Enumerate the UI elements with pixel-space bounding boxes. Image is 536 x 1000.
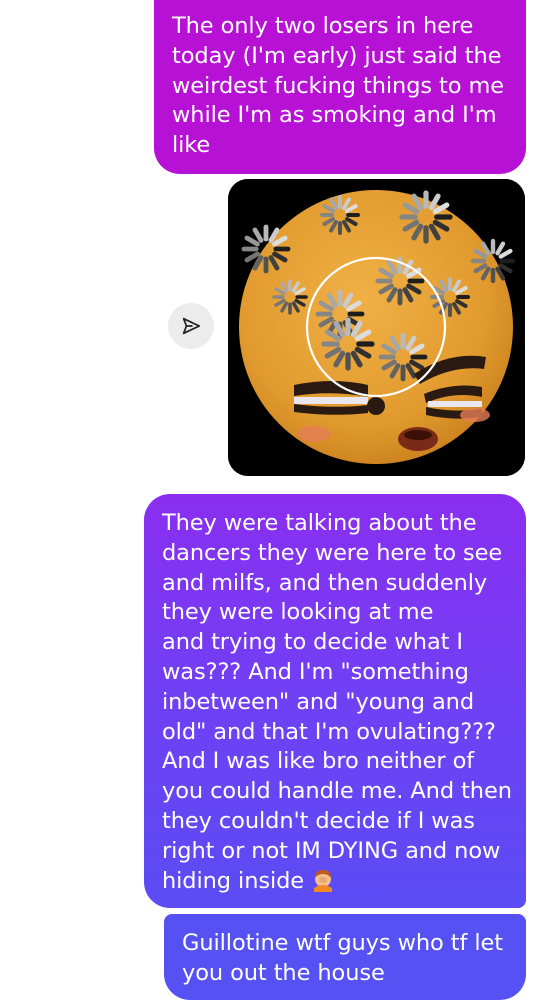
message-text-line: you out the house xyxy=(182,959,385,986)
message-text-line: you could handle me. And then xyxy=(162,778,512,805)
message-text: hiding inside xyxy=(162,867,305,894)
message-text-line: They were talking about the xyxy=(162,510,477,536)
message-bubble[interactable]: Guillotine wtf guys who tf let you out t… xyxy=(164,914,526,1000)
send-icon xyxy=(182,317,201,335)
message-text-line: they were looking at me xyxy=(162,599,434,626)
message-text-line: And I was like bro neither of xyxy=(162,748,475,775)
cursed-emoji-image xyxy=(228,179,525,476)
message-text-line: weirdest fucking things to me xyxy=(172,72,505,99)
message-text-line: dancers they were here to see xyxy=(162,539,503,566)
message-bubble[interactable]: They were talking about the dancers they… xyxy=(144,494,526,908)
message-text-line: inbetween" and "young and xyxy=(162,688,475,715)
facepalm-emoji-icon xyxy=(314,869,333,892)
message-text-line: right or not IM DYING and now xyxy=(162,837,501,864)
message-text-line: old" and that I'm ovulating??? xyxy=(162,718,496,745)
message-text-line: Guillotine wtf guys who tf let xyxy=(182,930,503,956)
message-bubble[interactable]: The only two losers in here today (I'm e… xyxy=(154,0,526,174)
message-text-line: and milfs, and then suddenly xyxy=(162,569,488,596)
message-text-line: was??? And I'm "something xyxy=(162,658,469,685)
message-text-line: like xyxy=(172,132,211,159)
message-text-line: while I'm as smoking and I'm xyxy=(172,102,497,129)
message-text-line: The only two losers in here xyxy=(172,13,474,39)
share-button[interactable] xyxy=(168,303,214,349)
message-text-line: they couldn't decide if I was xyxy=(162,807,475,834)
message-text-line: today (I'm early) just said the xyxy=(172,42,502,69)
message-text-line: hiding inside xyxy=(162,867,512,897)
message-text-line: and trying to decide what I xyxy=(162,629,463,656)
image-message[interactable] xyxy=(228,179,525,476)
